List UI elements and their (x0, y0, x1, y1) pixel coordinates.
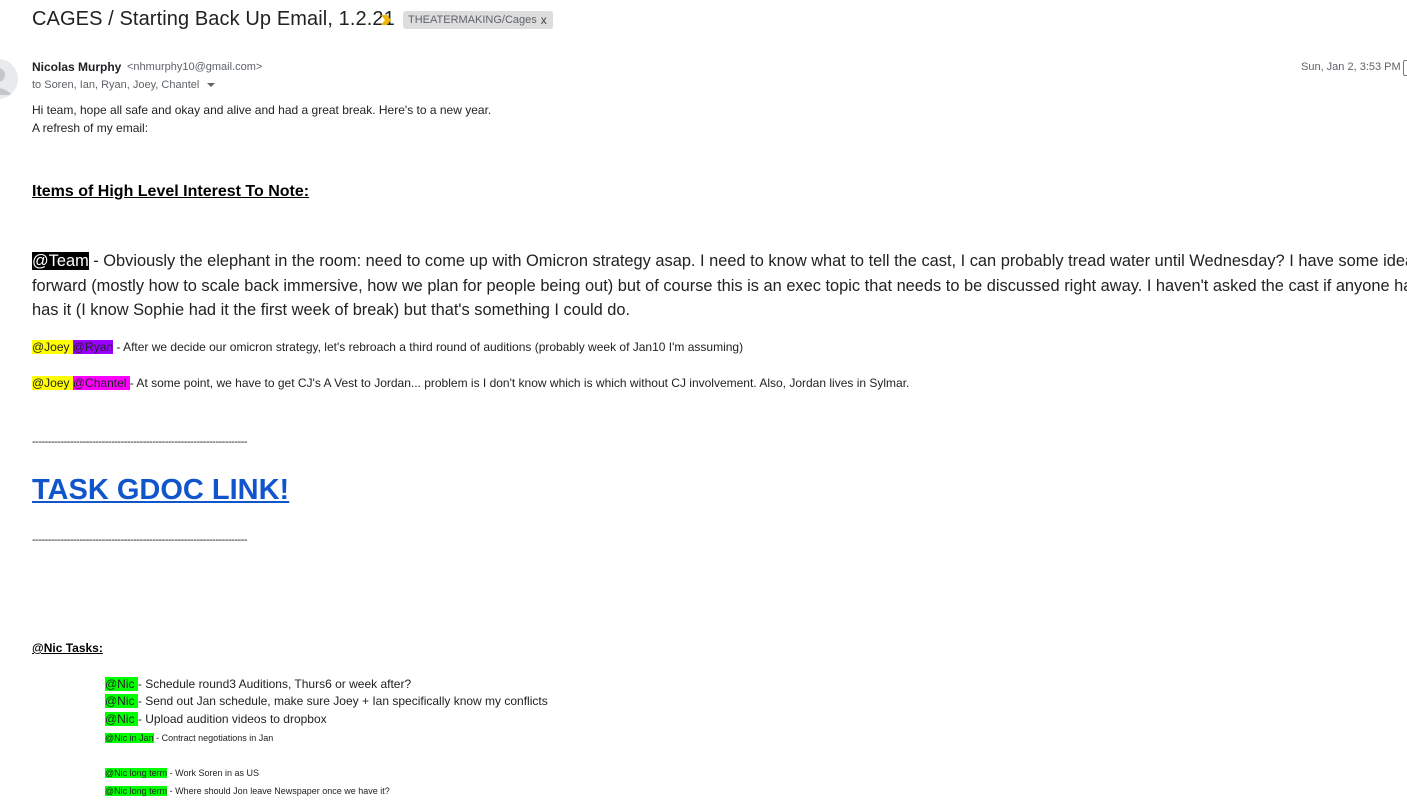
task-item: @Nic - Schedule round3 Auditions, Thurs6… (105, 677, 411, 691)
team-mention[interactable]: @Team (32, 252, 89, 270)
avatar-person-icon (0, 68, 12, 95)
greeting-line: Hi team, hope all safe and okay and aliv… (32, 103, 492, 117)
task-text: - Contract negotiations in Jan (153, 733, 274, 743)
task-text: - Send out Jan schedule, make sure Joey … (137, 694, 548, 708)
sender-avatar (0, 59, 18, 99)
task-item: @Nic long term - Where should Jon leave … (105, 786, 390, 796)
auditions-text: - After we decide our omicron strategy, … (113, 340, 744, 354)
importance-marker-icon[interactable] (380, 14, 392, 26)
nic-mention[interactable]: @Nic (105, 677, 138, 691)
recipients-line: to Soren, Ian, Ryan, Joey, Chantel (32, 79, 216, 91)
section-heading: Items of High Level Interest To Note: (32, 183, 310, 200)
task-item: @Nic in Jan - Contract negotiations in J… (105, 733, 273, 743)
nic-long-term-mention[interactable]: @Nic long term (105, 786, 168, 796)
refresh-line: A refresh of my email: (32, 121, 149, 135)
label-chip[interactable]: THEATERMAKING/Cages x (403, 11, 553, 29)
task-item: @Nic - Send out Jan schedule, make sure … (105, 694, 548, 708)
label-chip-text: THEATERMAKING/Cages (408, 13, 537, 26)
auditions-item: @Joey @Ryan - After we decide our omicro… (32, 340, 743, 354)
email-subject: CAGES / Starting Back Up Email, 1.2.21 (32, 8, 395, 30)
task-text: - Work Soren in as US (167, 768, 260, 778)
task-text: - Where should Jon leave Newspaper once … (167, 786, 390, 796)
team-text-line-3: has it (I know Sophie had it the first w… (32, 301, 631, 319)
ryan-mention[interactable]: @Ryan (72, 340, 114, 354)
chantel-mention[interactable]: @Chantel (72, 376, 130, 390)
remove-label-icon[interactable]: x (541, 12, 547, 29)
joey-mention[interactable]: @Joey (32, 340, 73, 354)
team-paragraph: @Team - Obviously the elephant in the ro… (32, 249, 1407, 323)
nic-mention[interactable]: @Nic (105, 712, 138, 726)
star-icon-partial[interactable] (1403, 60, 1407, 76)
vest-item: @Joey @Chantel - At some point, we have … (32, 376, 909, 390)
joey-mention[interactable]: @Joey (32, 376, 73, 390)
nic-tasks-title: @Nic Tasks: (32, 641, 103, 655)
nic-mention[interactable]: @Nic (105, 694, 138, 708)
task-item: @Nic - Upload audition videos to dropbox (105, 712, 327, 726)
nic-in-jan-mention[interactable]: @Nic in Jan (105, 733, 154, 743)
divider-top: ----------------------------------------… (32, 436, 248, 448)
team-text-line-1: - Obviously the elephant in the room: ne… (88, 252, 1407, 270)
nic-long-term-mention[interactable]: @Nic long term (105, 768, 168, 778)
task-gdoc-link[interactable]: TASK GDOC LINK! (32, 474, 289, 507)
divider-bottom: ----------------------------------------… (32, 534, 248, 546)
recipients-text: to Soren, Ian, Ryan, Joey, Chantel (32, 79, 200, 91)
task-item: @Nic long term - Work Soren in as US (105, 768, 259, 778)
task-text: - Schedule round3 Auditions, Thurs6 or w… (137, 677, 412, 691)
sender-email: <nhmurphy10@gmail.com> (127, 61, 263, 73)
show-details-dropdown-icon[interactable] (207, 83, 216, 87)
vest-text: - At some point, we have to get CJ's A V… (129, 376, 910, 390)
team-text-line-2: forward (mostly how to scale back immers… (32, 276, 1407, 295)
sender-name: Nicolas Murphy (32, 60, 122, 74)
email-date: Sun, Jan 2, 3:53 PM ( (1301, 61, 1407, 73)
task-text: - Upload audition videos to dropbox (137, 712, 327, 726)
